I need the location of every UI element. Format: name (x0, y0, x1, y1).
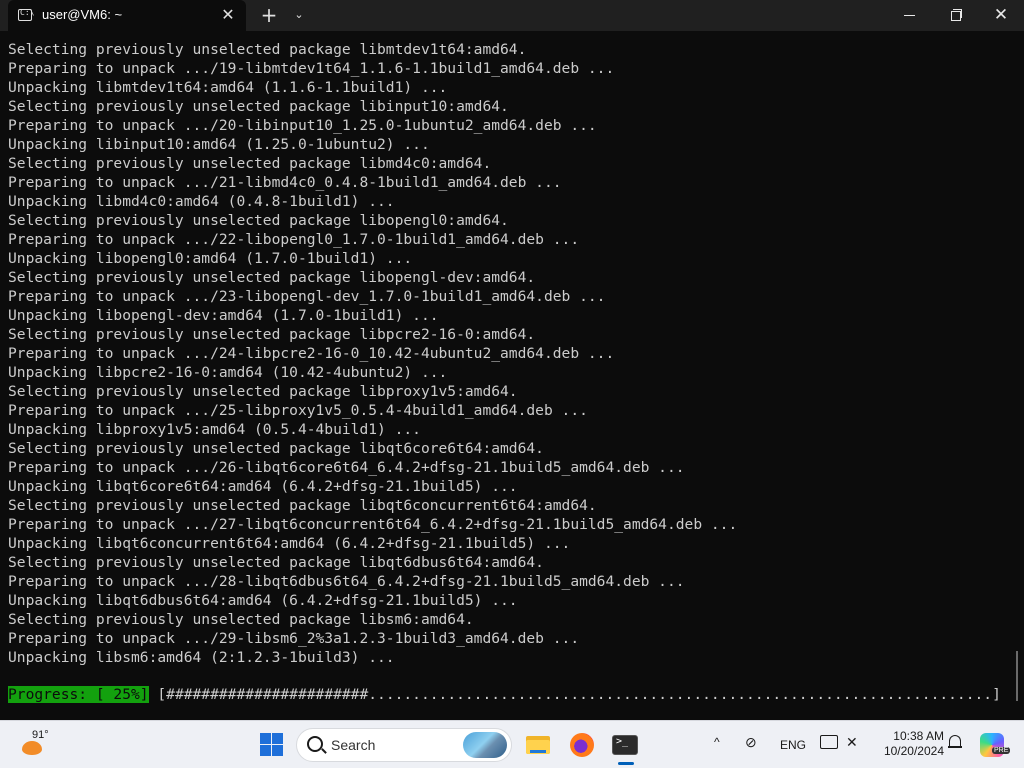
terminal-line: Preparing to unpack .../22-libopengl0_1.… (8, 231, 580, 248)
terminal-line: Preparing to unpack .../20-libinput10_1.… (8, 117, 597, 134)
terminal-icon[interactable]: >_ (610, 730, 640, 760)
terminal-line: Unpacking libopengl0:amd64 (1.7.0-1build… (8, 250, 413, 267)
terminal-line: Preparing to unpack .../23-libopengl-dev… (8, 288, 606, 305)
terminal-line: Preparing to unpack .../27-libqt6concurr… (8, 516, 738, 533)
taskbar: 91° Search >_ ^ ⊘ ENG ✕ 10:38 AM 10/20/2… (0, 720, 1024, 768)
terminal-line: Preparing to unpack .../25-libproxy1v5_0… (8, 402, 588, 419)
clock-date: 10/20/2024 (883, 744, 944, 758)
terminal-line: Unpacking libmtdev1t64:amd64 (1.1.6-1.1b… (8, 79, 448, 96)
progress-row: Progress: [ 25%] [######################… (8, 685, 1001, 704)
terminal-line: Preparing to unpack .../29-libsm6_2%3a1.… (8, 630, 580, 647)
weather-widget[interactable]: 91° (18, 727, 58, 763)
new-tab-button[interactable]: + (258, 4, 280, 26)
terminal-line: Selecting previously unselected package … (8, 269, 536, 286)
clock[interactable]: 10:38 AM 10/20/2024 (874, 729, 944, 759)
terminal-line: Unpacking libmd4c0:amd64 (0.4.8-1build1)… (8, 193, 395, 210)
progress-bar: [#######################................… (148, 686, 1001, 703)
terminal-lines: Selecting previously unselected package … (8, 40, 737, 667)
scrollbar[interactable] (1016, 651, 1018, 701)
close-window-button[interactable]: ✕ (978, 0, 1024, 31)
terminal-line: Unpacking libqt6core6t64:amd64 (6.4.2+df… (8, 478, 518, 495)
file-explorer-icon[interactable] (524, 730, 554, 760)
terminal-output[interactable]: Selecting previously unselected package … (0, 31, 1024, 720)
start-icon[interactable] (257, 730, 287, 760)
terminal-line: Selecting previously unselected package … (8, 611, 474, 628)
terminal-line: Selecting previously unselected package … (8, 98, 509, 115)
tab-title: user@VM6: ~ (42, 7, 123, 22)
terminal-line: Unpacking libpcre2-16-0:amd64 (10.42-4ub… (8, 364, 448, 381)
terminal-line: Unpacking libqt6dbus6t64:amd64 (6.4.2+df… (8, 592, 518, 609)
tab-close-icon[interactable]: ✕ (218, 5, 238, 25)
network-icon[interactable]: ⊘ (745, 734, 763, 752)
terminal-line: Selecting previously unselected package … (8, 41, 527, 58)
tab-terminal[interactable]: C:\ user@VM6: ~ ✕ (8, 0, 246, 31)
search-placeholder: Search (331, 737, 376, 753)
terminal-active-indicator (618, 762, 634, 765)
tab-dropdown-icon[interactable]: ⌄ (288, 4, 310, 26)
search-input[interactable]: Search (296, 728, 512, 762)
terminal-line: Unpacking libproxy1v5:amd64 (0.5.4-4buil… (8, 421, 421, 438)
progress-label: Progress: [ 25%] (8, 686, 149, 703)
terminal-line: Selecting previously unselected package … (8, 554, 544, 571)
terminal-line: Preparing to unpack .../24-libpcre2-16-0… (8, 345, 615, 362)
tray-overflow-icon[interactable]: ^ (714, 735, 720, 749)
terminal-line: Unpacking libinput10:amd64 (1.25.0-1ubun… (8, 136, 430, 153)
terminal-line: Preparing to unpack .../28-libqt6dbus6t6… (8, 573, 685, 590)
weather-icon (22, 741, 42, 755)
firefox-icon[interactable] (567, 730, 597, 760)
terminal-tab-icon: C:\ (18, 8, 34, 21)
copilot-badge: PRE (992, 747, 1011, 754)
search-icon (307, 736, 323, 752)
volume-icon[interactable]: ✕ (846, 734, 858, 751)
search-highlight-image (463, 732, 507, 758)
clock-time: 10:38 AM (893, 729, 944, 743)
terminal-line: Unpacking libopengl-dev:amd64 (1.7.0-1bu… (8, 307, 439, 324)
weather-temp: 91° (32, 729, 49, 741)
terminal-line: Unpacking libsm6:amd64 (2:1.2.3-1build3)… (8, 649, 395, 666)
terminal-line: Preparing to unpack .../21-libmd4c0_0.4.… (8, 174, 562, 191)
terminal-line: Selecting previously unselected package … (8, 326, 536, 343)
terminal-line: Selecting previously unselected package … (8, 383, 518, 400)
terminal-line: Preparing to unpack .../19-libmtdev1t64_… (8, 60, 615, 77)
language-indicator[interactable]: ENG (780, 738, 806, 752)
terminal-line: Selecting previously unselected package … (8, 497, 597, 514)
bell-icon[interactable] (948, 735, 962, 751)
terminal-line: Unpacking libqt6concurrent6t64:amd64 (6.… (8, 535, 571, 552)
terminal-line: Selecting previously unselected package … (8, 440, 544, 457)
title-bar: C:\ user@VM6: ~ ✕ + ⌄ ✕ (0, 0, 1024, 31)
monitor-icon[interactable] (820, 735, 838, 749)
minimize-button[interactable] (886, 0, 932, 31)
maximize-button[interactable] (932, 0, 978, 31)
terminal-line: Selecting previously unselected package … (8, 212, 509, 229)
terminal-line: Preparing to unpack .../26-libqt6core6t6… (8, 459, 685, 476)
terminal-line: Selecting previously unselected package … (8, 155, 492, 172)
